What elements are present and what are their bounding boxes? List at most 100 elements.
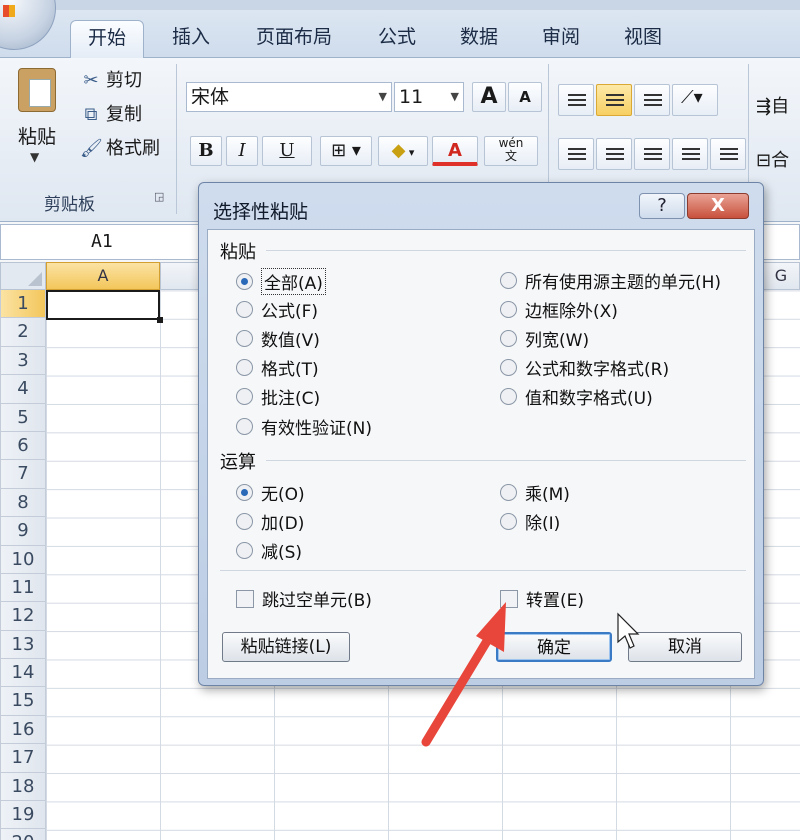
row-header[interactable]: 11 — [0, 573, 46, 603]
wrap-text-button[interactable]: ⇶自 — [756, 92, 789, 118]
radio-paste-column-widths[interactable]: 列宽(W) — [500, 326, 589, 351]
column-header-g[interactable]: G — [762, 262, 800, 290]
align-middle-icon — [606, 94, 624, 108]
name-box[interactable]: A1 — [0, 224, 200, 260]
merge-center-button[interactable]: ⊟合 — [756, 146, 789, 172]
paste-special-dialog: 选择性粘贴 ? X 粘贴 全部(A) 公式(F) 数值(V) 格式(T) 批注(… — [198, 182, 764, 686]
italic-button[interactable]: I — [226, 136, 258, 166]
divider — [220, 570, 746, 571]
close-button[interactable]: X — [687, 193, 749, 219]
radio-operation-none[interactable]: 无(O) — [236, 480, 305, 505]
radio-operation-add[interactable]: 加(D) — [236, 509, 304, 534]
row-header[interactable]: 8 — [0, 488, 46, 518]
row-header[interactable]: 13 — [0, 630, 46, 660]
row-header[interactable]: 5 — [0, 403, 46, 432]
tab-page-layout[interactable]: 页面布局 — [246, 20, 342, 58]
tab-insert[interactable]: 插入 — [160, 20, 222, 58]
tab-view[interactable]: 视图 — [612, 20, 674, 58]
decrease-indent-button[interactable] — [672, 138, 708, 170]
radio-paste-validation[interactable]: 有效性验证(N) — [236, 414, 372, 439]
row-header[interactable]: 20 — [0, 829, 46, 840]
increase-indent-button[interactable] — [710, 138, 746, 170]
align-right-button[interactable] — [634, 138, 670, 170]
row-header[interactable]: 18 — [0, 772, 46, 802]
paste-icon[interactable] — [18, 68, 56, 112]
align-middle-button[interactable] — [596, 84, 632, 116]
row-header[interactable]: 12 — [0, 602, 46, 631]
radio-paste-formulas[interactable]: 公式(F) — [236, 297, 318, 322]
radio-paste-values[interactable]: 数值(V) — [236, 326, 320, 351]
align-top-button[interactable] — [558, 84, 594, 116]
row-header[interactable]: 1 — [0, 290, 46, 319]
grow-font-button[interactable]: A — [472, 82, 506, 112]
radio-paste-formulas-number-formats[interactable]: 公式和数字格式(R) — [500, 355, 669, 380]
radio-operation-divide[interactable]: 除(I) — [500, 509, 560, 534]
align-left-button[interactable] — [558, 138, 594, 170]
align-bottom-button[interactable] — [634, 84, 670, 116]
row-header[interactable]: 6 — [0, 431, 46, 461]
paste-section-title: 粘贴 — [220, 242, 256, 263]
row-header[interactable]: 17 — [0, 744, 46, 773]
paste-link-button[interactable]: 粘贴链接(L) — [222, 632, 350, 662]
borders-button[interactable]: ⊞ ▾ — [320, 136, 372, 166]
format-painter-button[interactable]: 🖌 格式刷 — [80, 134, 160, 160]
tab-home[interactable]: 开始 — [70, 20, 144, 58]
active-cell-a1[interactable] — [46, 290, 163, 323]
tab-data[interactable]: 数据 — [448, 20, 510, 58]
radio-operation-multiply[interactable]: 乘(M) — [500, 480, 570, 505]
row-header[interactable]: 4 — [0, 375, 46, 404]
font-name-box[interactable]: 宋体 ▼ — [186, 82, 392, 112]
row-header[interactable]: 7 — [0, 460, 46, 489]
checkbox-icon — [236, 589, 254, 608]
column-header-a[interactable]: A — [46, 262, 160, 290]
radio-operation-subtract[interactable]: 减(S) — [236, 538, 302, 563]
radio-button-icon — [236, 388, 253, 405]
radio-paste-values-number-formats[interactable]: 值和数字格式(U) — [500, 384, 653, 409]
ok-button[interactable]: 确定 — [496, 632, 612, 662]
paste-dropdown-icon[interactable]: ▼ — [30, 150, 39, 164]
chevron-down-icon: ▼ — [378, 90, 387, 103]
shrink-font-button[interactable]: A — [508, 82, 542, 112]
radio-paste-comments[interactable]: 批注(C) — [236, 384, 320, 409]
column-header-b[interactable] — [160, 262, 200, 290]
row-header[interactable]: 19 — [0, 801, 46, 830]
phonetic-guide-button[interactable]: wén 文 — [484, 136, 538, 166]
align-center-button[interactable] — [596, 138, 632, 170]
radio-paste-source-theme[interactable]: 所有使用源主题的单元(H) — [500, 268, 721, 293]
operation-section-title: 运算 — [220, 452, 256, 473]
help-button[interactable]: ? — [639, 193, 685, 219]
paste-button-label[interactable]: 粘贴 — [18, 122, 56, 149]
row-header[interactable]: 2 — [0, 318, 46, 347]
cancel-button[interactable]: 取消 — [628, 632, 742, 662]
option-label: 有效性验证(N) — [261, 419, 372, 439]
radio-paste-formats[interactable]: 格式(T) — [236, 355, 319, 380]
radio-button-icon — [236, 484, 253, 501]
radio-button-icon — [500, 301, 517, 318]
radio-paste-except-borders[interactable]: 边框除外(X) — [500, 297, 618, 322]
skip-blanks-checkbox[interactable]: 跳过空单元(B) — [236, 586, 372, 611]
tab-review[interactable]: 审阅 — [530, 20, 592, 58]
copy-button[interactable]: ⧉ 复制 — [80, 100, 142, 126]
row-header[interactable]: 16 — [0, 715, 46, 745]
radio-paste-all[interactable]: 全部(A) — [236, 268, 326, 295]
row-headers: 1 2 3 4 5 6 7 8 9 10 11 12 13 14 15 16 1… — [0, 290, 46, 840]
row-header[interactable]: 9 — [0, 517, 46, 546]
row-header[interactable]: 10 — [0, 545, 46, 574]
font-size-box[interactable]: 11 ▼ — [394, 82, 464, 112]
dialog-launcher-icon[interactable]: ◲ — [154, 190, 164, 203]
row-header[interactable]: 3 — [0, 346, 46, 376]
copy-icon: ⧉ — [84, 104, 98, 125]
fill-color-button[interactable]: ◆ ▾ — [378, 136, 428, 166]
font-color-button[interactable]: A — [432, 136, 478, 166]
select-all-corner[interactable] — [0, 262, 46, 290]
tab-formulas[interactable]: 公式 — [366, 20, 428, 58]
underline-button[interactable]: U — [262, 136, 312, 166]
align-right-icon — [644, 148, 662, 162]
cut-button[interactable]: ✂ 剪切 — [80, 66, 142, 92]
row-header[interactable]: 14 — [0, 659, 46, 688]
orientation-button[interactable]: ⟋▾ — [672, 84, 718, 116]
row-header[interactable]: 15 — [0, 687, 46, 716]
bold-button[interactable]: B — [190, 136, 222, 166]
radio-button-icon — [236, 418, 253, 435]
transpose-checkbox[interactable]: 转置(E) — [500, 586, 584, 611]
